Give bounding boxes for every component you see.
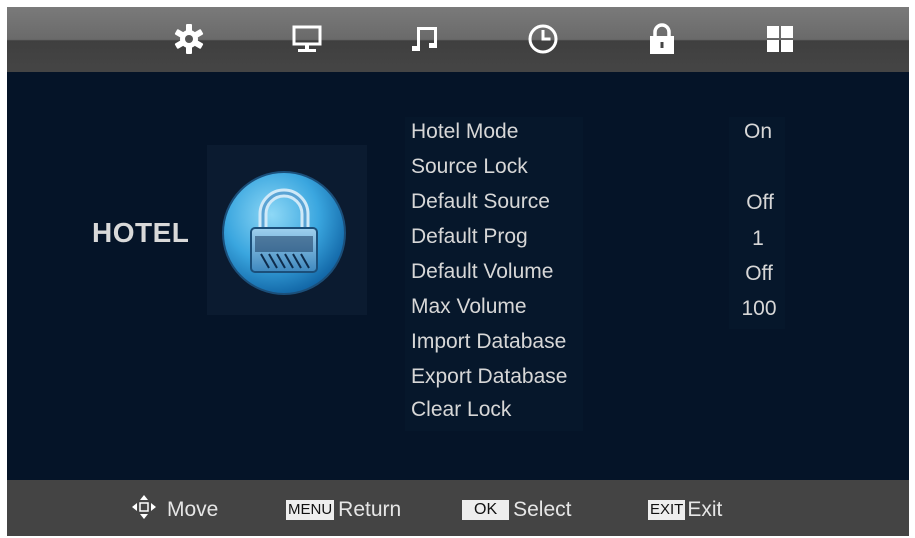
default-source-value: Off [746, 191, 774, 214]
default-volume-value: Off [745, 262, 773, 285]
menu-item-import-database[interactable]: Import Database [411, 329, 566, 355]
lock-icon[interactable] [644, 21, 680, 57]
help-select-label: Select [513, 498, 572, 521]
hotel-mode-value: On [743, 120, 772, 143]
menu-key[interactable]: MENU [286, 500, 335, 520]
padlock-icon [221, 170, 347, 296]
music-icon[interactable] [407, 21, 443, 57]
top-menu-bar [7, 7, 909, 72]
help-select: OK Select [462, 497, 572, 523]
ok-key[interactable]: OK [462, 500, 510, 520]
menu-item-export-database[interactable]: Export Database [411, 364, 567, 390]
move-arrows-icon [131, 494, 157, 526]
page-title: HOTEL [92, 217, 190, 248]
apps-icon[interactable] [762, 21, 798, 57]
help-exit: EXIT Exit [648, 497, 722, 523]
display-icon[interactable] [289, 21, 325, 57]
settings-icon[interactable] [171, 21, 207, 57]
menu-item-hotel-mode[interactable]: Hotel Mode [411, 119, 518, 145]
menu-item-clear-lock[interactable]: Clear Lock [411, 397, 511, 423]
clock-icon[interactable] [525, 21, 561, 57]
menu-item-default-source[interactable]: Default Source [411, 189, 550, 215]
help-bar: Move MENU Return OK Select EXIT Exit [7, 480, 909, 536]
menu-item-default-prog[interactable]: Default Prog [411, 224, 528, 250]
menu-item-default-volume[interactable]: Default Volume [411, 259, 553, 285]
help-move: Move [131, 494, 219, 526]
exit-key[interactable]: EXIT [648, 500, 686, 520]
default-prog-value: 1 [752, 227, 764, 250]
menu-item-max-volume[interactable]: Max Volume [411, 294, 527, 320]
max-volume-value: 100 [741, 297, 777, 320]
help-move-label: Move [167, 498, 219, 521]
hotel-menu-screen: HOTEL Hotel Mode Source Lock Default Sou… [7, 7, 909, 536]
help-return: MENU Return [286, 497, 401, 523]
menu-item-source-lock[interactable]: Source Lock [411, 154, 528, 180]
help-exit-label: Exit [687, 498, 723, 521]
help-return-label: Return [338, 498, 402, 521]
